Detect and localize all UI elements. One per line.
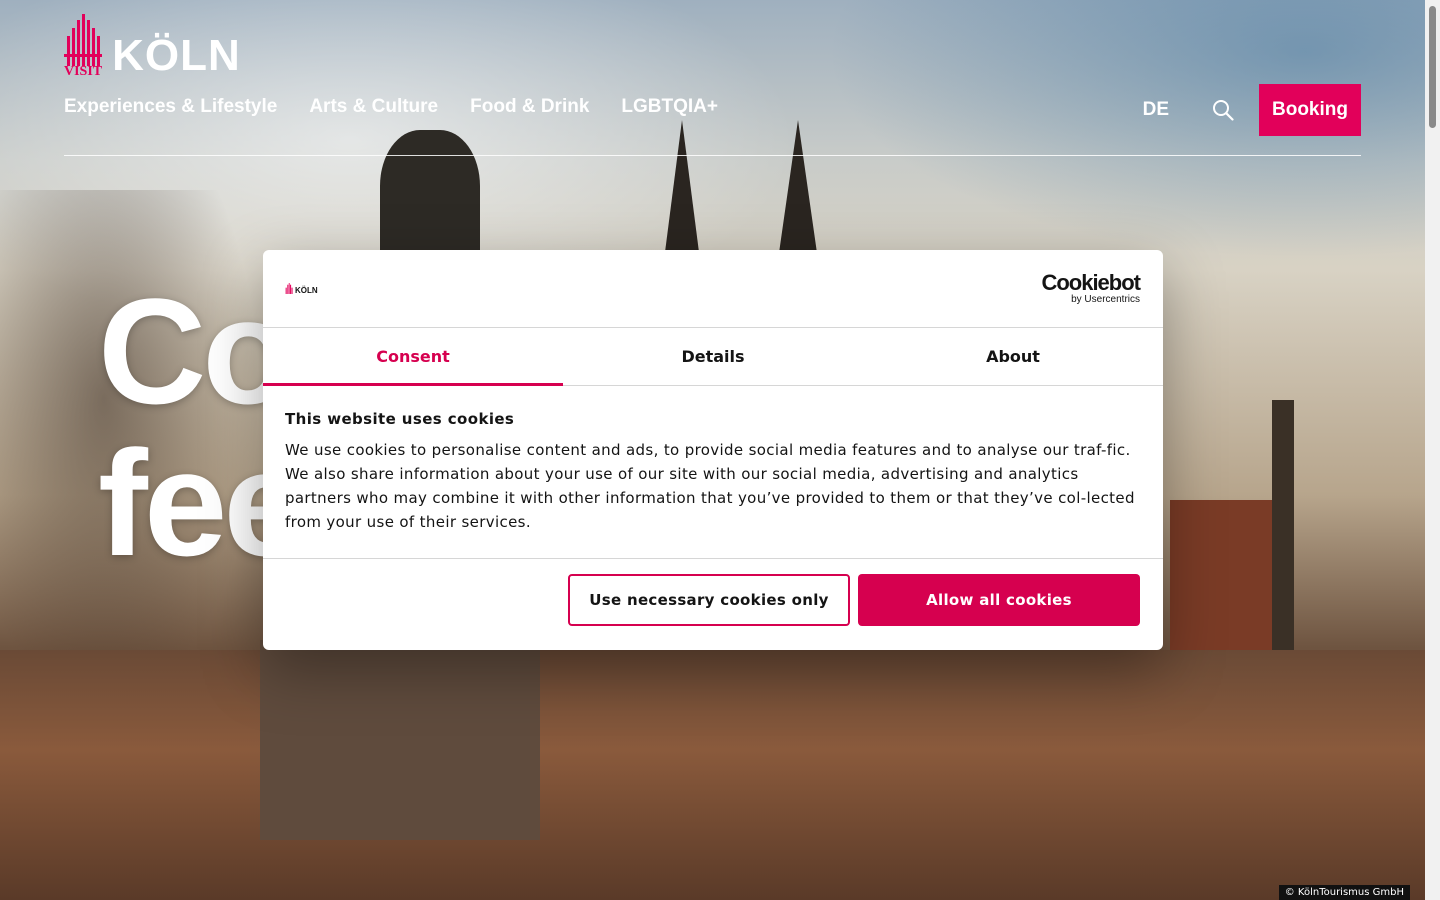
main-nav: Experiences & Lifestyle Arts & Culture F… xyxy=(64,96,718,118)
allow-all-cookies-button[interactable]: Allow all cookies xyxy=(858,574,1140,626)
cookiebot-sub: by Usercentrics xyxy=(1071,294,1140,305)
language-switch[interactable]: DE xyxy=(1143,99,1169,121)
cookiebot-logo[interactable]: Cookiebot by Usercentrics xyxy=(1041,270,1141,306)
tab-consent[interactable]: Consent xyxy=(263,328,563,386)
stone-wall xyxy=(260,640,540,840)
photo-copyright: © KölnTourismus GmbH xyxy=(1278,885,1410,900)
nav-food-drink[interactable]: Food & Drink xyxy=(470,96,589,118)
dialog-actions: Use necessary cookies only Allow all coo… xyxy=(568,574,1140,626)
nav-lgbtqia[interactable]: LGBTQIA+ xyxy=(621,96,718,118)
cookie-consent-dialog: KÖLN Cookiebot by Usercentrics Consent D… xyxy=(263,250,1163,650)
header-divider xyxy=(64,155,1361,156)
dialog-title: This website uses cookies xyxy=(285,410,515,428)
booking-button[interactable]: Booking xyxy=(1259,84,1361,136)
dialog-body: This website uses cookies We use cookies… xyxy=(263,386,1163,559)
necessary-cookies-button[interactable]: Use necessary cookies only xyxy=(568,574,850,626)
nav-arts-culture[interactable]: Arts & Culture xyxy=(309,96,438,118)
dialog-logo: KÖLN xyxy=(285,282,318,295)
cathedral-logo-icon xyxy=(285,283,293,294)
logo-city-text: KÖLN xyxy=(112,31,241,80)
tab-details[interactable]: Details xyxy=(563,328,863,385)
dialog-description: We use cookies to personalise content an… xyxy=(285,441,1135,531)
dialog-header: KÖLN Cookiebot by Usercentrics xyxy=(263,250,1163,328)
tab-about[interactable]: About xyxy=(863,328,1163,385)
search-button[interactable] xyxy=(1211,98,1235,122)
cathedral-logo-icon xyxy=(64,14,103,66)
logo-visit-text: VISIT xyxy=(64,64,103,79)
ground xyxy=(0,650,1425,900)
scrollbar-thumb[interactable] xyxy=(1429,6,1436,128)
cookiebot-name: Cookiebot xyxy=(1041,270,1141,295)
dialog-tabs: Consent Details About xyxy=(263,328,1163,386)
search-icon xyxy=(1213,100,1234,121)
logo-mark: VISIT xyxy=(64,14,102,80)
site-logo[interactable]: VISIT KÖLN xyxy=(64,14,241,80)
dialog-logo-text: KÖLN xyxy=(295,286,318,295)
header-actions: DE Booking xyxy=(1143,84,1361,136)
statue xyxy=(380,130,480,270)
page-scrollbar[interactable] xyxy=(1425,0,1440,900)
nav-experiences-lifestyle[interactable]: Experiences & Lifestyle xyxy=(64,96,277,118)
